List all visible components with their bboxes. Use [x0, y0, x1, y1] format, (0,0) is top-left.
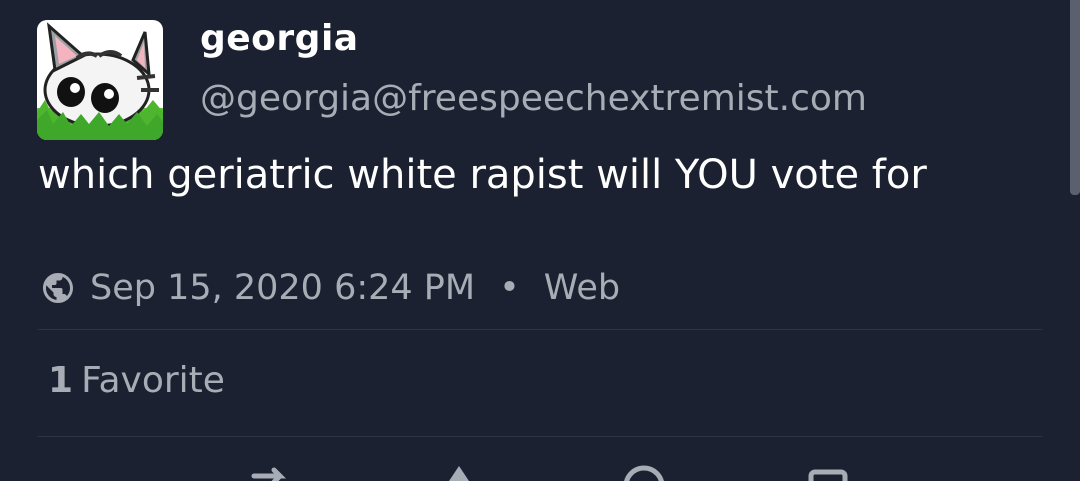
- bookmark-button[interactable]: [805, 462, 853, 481]
- reply-icon: [251, 467, 287, 481]
- divider: [38, 329, 1042, 330]
- bookmark-icon: [808, 469, 848, 481]
- boost-button[interactable]: [435, 462, 483, 481]
- favorite-button[interactable]: [620, 462, 668, 481]
- meta-separator: •: [499, 268, 520, 308]
- status-detail-view: georgia @georgia@freespeechextremist.com…: [0, 0, 1080, 481]
- cat-avatar-icon: [37, 20, 163, 140]
- divider: [38, 436, 1042, 437]
- display-name[interactable]: georgia: [200, 18, 359, 59]
- favorite-count-label: Favorite: [81, 360, 225, 401]
- account-avatar[interactable]: [37, 20, 163, 140]
- globe-icon: [43, 273, 73, 303]
- scrollbar[interactable]: [1070, 0, 1080, 195]
- status-application: Web: [543, 268, 621, 308]
- status-meta: Sep 15, 2020 6:24 PM • Web: [40, 264, 620, 312]
- status-timestamp[interactable]: Sep 15, 2020 6:24 PM: [90, 268, 475, 308]
- reply-button[interactable]: [250, 462, 298, 481]
- favorites-count[interactable]: 1 Favorite: [48, 360, 225, 401]
- favorite-icon: [624, 465, 664, 481]
- boost-icon: [449, 466, 469, 481]
- account-handle[interactable]: @georgia@freespeechextremist.com: [200, 78, 867, 119]
- favorite-count-value: 1: [48, 360, 74, 401]
- status-content: which geriatric white rapist will YOU vo…: [38, 152, 927, 198]
- status-action-bar: [0, 462, 1080, 481]
